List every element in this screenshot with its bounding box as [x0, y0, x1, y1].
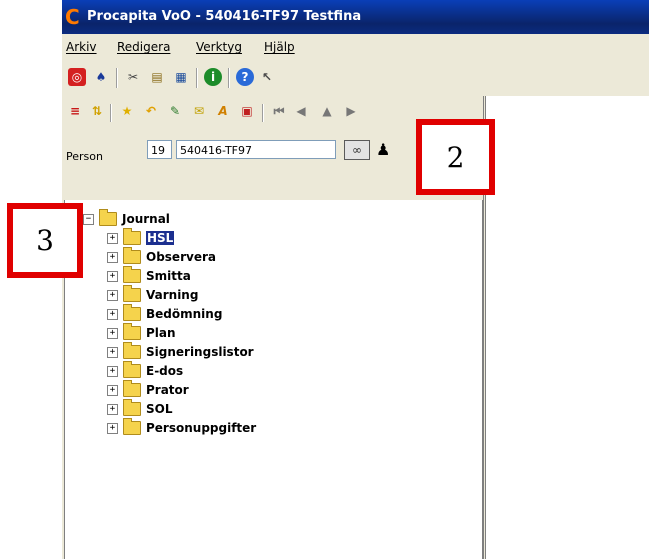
- menu-redigera[interactable]: Redigera: [117, 40, 170, 54]
- edit-icon[interactable]: ✎: [166, 102, 184, 120]
- menu-bar: Arkiv Redigera Verktyg Hjälp: [62, 34, 649, 60]
- toolbar-separator: [228, 68, 230, 88]
- callout-2: 2: [416, 119, 495, 195]
- person-number-field[interactable]: 19: [147, 140, 172, 159]
- previous-record-icon[interactable]: ◀: [292, 102, 310, 120]
- tree-item-label: SOL: [146, 402, 173, 416]
- expand-icon[interactable]: +: [107, 308, 118, 320]
- mail-icon[interactable]: ✉: [190, 102, 208, 120]
- stop-icon[interactable]: ◎: [68, 68, 86, 86]
- expand-icon[interactable]: +: [107, 289, 118, 301]
- binoculars-icon: ∞: [352, 143, 362, 157]
- tree-item-label: Observera: [146, 250, 216, 264]
- tree-item-e-dos[interactable]: + E-dos: [107, 361, 184, 380]
- person-label: Person: [66, 150, 103, 163]
- tree-item-label: Varning: [146, 288, 199, 302]
- expand-icon[interactable]: +: [107, 422, 118, 434]
- tree-root[interactable]: − Journal: [83, 209, 170, 228]
- toolbar-separator: [110, 104, 112, 122]
- person-id-field[interactable]: 540416-TF97: [176, 140, 336, 159]
- main-toolbar: ◎ ♠ ✂ ▤ ▦ i ? ↖: [62, 60, 649, 96]
- help-icon[interactable]: ?: [236, 68, 254, 86]
- tree-item-hsl[interactable]: + HSL: [107, 228, 175, 247]
- expand-icon[interactable]: +: [107, 251, 118, 263]
- tree-item-varning[interactable]: + Varning: [107, 285, 199, 304]
- menu-arkiv[interactable]: Arkiv: [66, 40, 97, 54]
- star-icon[interactable]: ★: [118, 102, 136, 120]
- window-title: Procapita VoO - 540416-TF97 Testfina: [87, 9, 362, 24]
- menu-verktyg[interactable]: Verktyg: [196, 40, 242, 54]
- copy-icon[interactable]: ▤: [148, 68, 166, 86]
- tree-item-label: Bedömning: [146, 307, 223, 321]
- tree-item-signeringslistor[interactable]: + Signeringslistor: [107, 342, 254, 361]
- folder-icon: [123, 399, 141, 416]
- expand-icon[interactable]: +: [107, 365, 118, 377]
- expand-icon[interactable]: +: [107, 384, 118, 396]
- tree-item-sol[interactable]: + SOL: [107, 399, 173, 418]
- toolbar-separator: [262, 104, 264, 122]
- folder-icon: [123, 304, 141, 321]
- paste-icon[interactable]: ▦: [172, 68, 190, 86]
- expand-icon[interactable]: +: [107, 270, 118, 282]
- app-logo-icon: C: [65, 5, 80, 29]
- tree-item-personuppgifter[interactable]: + Personuppgifter: [107, 418, 257, 437]
- document-icon[interactable]: ▣: [238, 102, 256, 120]
- info-icon[interactable]: i: [204, 68, 222, 86]
- tree-item-label: HSL: [146, 231, 175, 245]
- tree-item-label: E-dos: [146, 364, 184, 378]
- tree-item-prator[interactable]: + Prator: [107, 380, 189, 399]
- folder-icon: [123, 228, 141, 245]
- tree-item-plan[interactable]: + Plan: [107, 323, 176, 342]
- search-person-button[interactable]: ∞: [344, 140, 370, 160]
- folder-icon: [123, 247, 141, 264]
- menu-hjalp[interactable]: Hjälp: [264, 40, 295, 54]
- folder-icon: [123, 418, 141, 435]
- folder-icon: [123, 361, 141, 378]
- folder-icon: [99, 209, 117, 226]
- tree-item-label: Smitta: [146, 269, 191, 283]
- callout-2-number: 2: [446, 140, 465, 174]
- expand-icon[interactable]: +: [107, 232, 118, 244]
- tree-item-label: Plan: [146, 326, 176, 340]
- undo-icon[interactable]: ↶: [142, 102, 160, 120]
- expand-icon[interactable]: +: [107, 403, 118, 415]
- list-icon[interactable]: ≡: [66, 102, 84, 120]
- tree-item-label: Personuppgifter: [146, 421, 257, 435]
- tree-item-smitta[interactable]: + Smitta: [107, 266, 191, 285]
- toolbar-separator: [196, 68, 198, 88]
- next-record-icon[interactable]: ▶: [342, 102, 360, 120]
- person-icon: ♟: [376, 140, 391, 159]
- folder-icon: [123, 323, 141, 340]
- title-bar[interactable]: C Procapita VoO - 540416-TF97 Testfina: [62, 0, 649, 34]
- tree-item-label: Journal: [122, 212, 170, 226]
- whats-this-icon[interactable]: ↖: [258, 68, 276, 86]
- folder-icon: [123, 285, 141, 302]
- expand-icon[interactable]: +: [107, 346, 118, 358]
- folder-icon: [123, 266, 141, 283]
- tree-item-label: Prator: [146, 383, 189, 397]
- up-icon[interactable]: ▲: [318, 102, 336, 120]
- folder-icon: [123, 342, 141, 359]
- cut-icon[interactable]: ✂: [124, 68, 142, 86]
- font-icon[interactable]: A: [214, 102, 232, 120]
- app-window: C Procapita VoO - 540416-TF97 Testfina A…: [62, 0, 649, 559]
- sort-icon[interactable]: ⇅: [88, 102, 106, 120]
- tree-item-label: Signeringslistor: [146, 345, 254, 359]
- collapse-icon[interactable]: −: [83, 213, 94, 225]
- callout-3: 3: [7, 203, 83, 278]
- callout-3-number: 3: [36, 224, 54, 257]
- binoculars-icon[interactable]: ♠: [92, 68, 110, 86]
- first-record-icon[interactable]: ⏮: [270, 102, 288, 120]
- journal-tree: − Journal + HSL + Observera + Smitta + V…: [64, 200, 483, 559]
- tree-item-observera[interactable]: + Observera: [107, 247, 216, 266]
- toolbar-separator: [116, 68, 118, 88]
- folder-icon: [123, 380, 141, 397]
- expand-icon[interactable]: +: [107, 327, 118, 339]
- right-pane: [485, 96, 649, 559]
- tree-item-bedomning[interactable]: + Bedömning: [107, 304, 223, 323]
